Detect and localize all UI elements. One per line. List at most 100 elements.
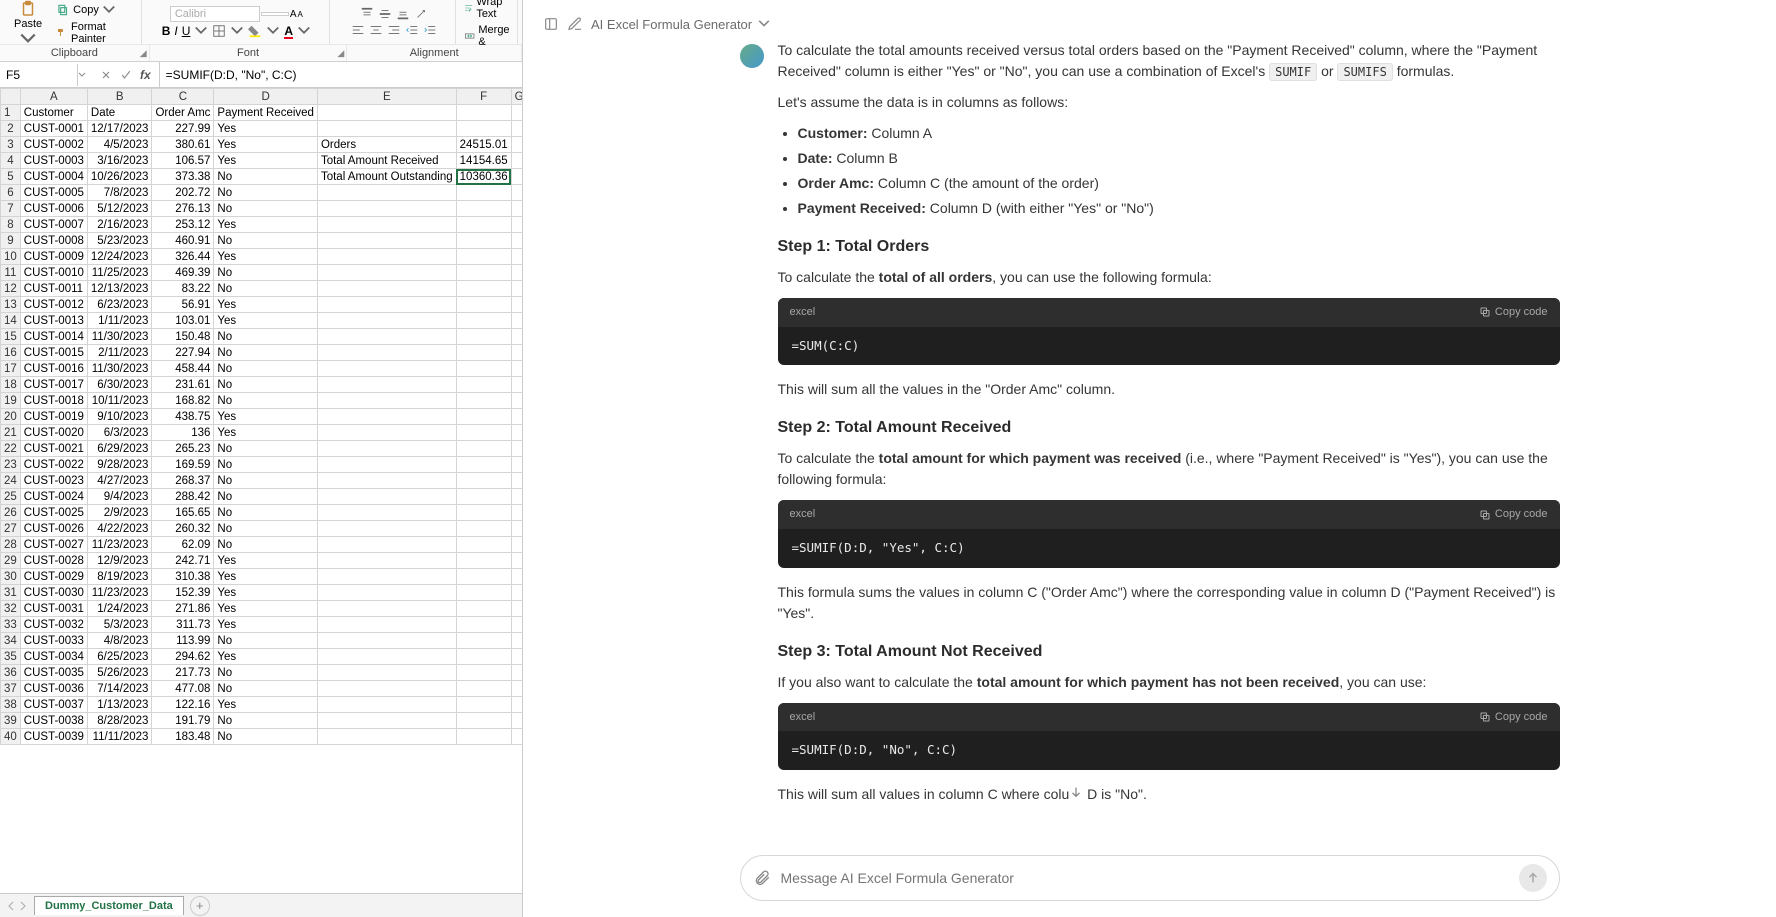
- cell[interactable]: [511, 713, 522, 729]
- cell[interactable]: No: [214, 345, 318, 361]
- dialog-launcher-icon[interactable]: ◢: [140, 48, 147, 59]
- col-header-A[interactable]: A: [20, 89, 87, 105]
- font-color-icon[interactable]: A: [284, 24, 293, 38]
- cell[interactable]: No: [214, 729, 318, 745]
- cell[interactable]: 6/3/2023: [87, 425, 152, 441]
- cell[interactable]: 380.61: [152, 137, 214, 153]
- cell[interactable]: CUST-0020: [20, 425, 87, 441]
- cell[interactable]: CUST-0014: [20, 329, 87, 345]
- cell[interactable]: [511, 409, 522, 425]
- cell[interactable]: 2/9/2023: [87, 505, 152, 521]
- cell[interactable]: [511, 585, 522, 601]
- cell[interactable]: [511, 169, 522, 185]
- row-header[interactable]: 33: [1, 617, 21, 633]
- cell[interactable]: CUST-0035: [20, 665, 87, 681]
- row-header[interactable]: 29: [1, 553, 21, 569]
- cell[interactable]: [317, 345, 456, 361]
- cell[interactable]: No: [214, 473, 318, 489]
- cell[interactable]: 9/4/2023: [87, 489, 152, 505]
- cell[interactable]: CUST-0013: [20, 313, 87, 329]
- cell[interactable]: 4/22/2023: [87, 521, 152, 537]
- cell[interactable]: CUST-0026: [20, 521, 87, 537]
- row-header[interactable]: 26: [1, 505, 21, 521]
- cell[interactable]: No: [214, 169, 318, 185]
- cell[interactable]: 152.39: [152, 585, 214, 601]
- cell[interactable]: [511, 345, 522, 361]
- cell[interactable]: [317, 281, 456, 297]
- chat-text-input[interactable]: [781, 870, 1509, 886]
- cell[interactable]: Order Amc: [152, 105, 214, 121]
- row-header[interactable]: 23: [1, 457, 21, 473]
- fx-icon[interactable]: fx: [140, 68, 151, 82]
- row-header[interactable]: 8: [1, 217, 21, 233]
- cell[interactable]: Orders: [317, 137, 456, 153]
- col-header-D[interactable]: D: [214, 89, 318, 105]
- tab-prev-icon[interactable]: [6, 901, 16, 911]
- cell[interactable]: 1/24/2023: [87, 601, 152, 617]
- cell[interactable]: 242.71: [152, 553, 214, 569]
- cell[interactable]: [511, 697, 522, 713]
- cell[interactable]: No: [214, 393, 318, 409]
- chevron-down-icon[interactable]: [230, 24, 244, 38]
- cell[interactable]: [511, 281, 522, 297]
- corner-cell[interactable]: [1, 89, 21, 105]
- cell[interactable]: [511, 329, 522, 345]
- cell[interactable]: [511, 249, 522, 265]
- code-content[interactable]: =SUMIF(D:D, "No", C:C): [778, 731, 1560, 770]
- cell[interactable]: [456, 185, 511, 201]
- cell[interactable]: CUST-0003: [20, 153, 87, 169]
- row-header[interactable]: 30: [1, 569, 21, 585]
- row-header[interactable]: 4: [1, 153, 21, 169]
- cell[interactable]: [456, 649, 511, 665]
- col-header-G[interactable]: G: [511, 89, 522, 105]
- underline-button[interactable]: U: [182, 24, 191, 38]
- cell[interactable]: [456, 521, 511, 537]
- cell[interactable]: Total Amount Outstanding: [317, 169, 456, 185]
- cell[interactable]: [511, 617, 522, 633]
- align-top-icon[interactable]: [360, 7, 374, 21]
- cell[interactable]: [511, 473, 522, 489]
- cell[interactable]: 294.62: [152, 649, 214, 665]
- row-header[interactable]: 9: [1, 233, 21, 249]
- cell[interactable]: CUST-0015: [20, 345, 87, 361]
- cell[interactable]: [456, 425, 511, 441]
- cell[interactable]: CUST-0006: [20, 201, 87, 217]
- cell[interactable]: 227.94: [152, 345, 214, 361]
- dialog-launcher-icon[interactable]: ◢: [337, 48, 344, 59]
- cell[interactable]: 6/23/2023: [87, 297, 152, 313]
- cell[interactable]: 458.44: [152, 361, 214, 377]
- cell[interactable]: No: [214, 185, 318, 201]
- cell[interactable]: 6/30/2023: [87, 377, 152, 393]
- cell[interactable]: 10/11/2023: [87, 393, 152, 409]
- cell[interactable]: [456, 505, 511, 521]
- cell[interactable]: CUST-0018: [20, 393, 87, 409]
- cell[interactable]: CUST-0023: [20, 473, 87, 489]
- cell[interactable]: 4/27/2023: [87, 473, 152, 489]
- cell[interactable]: 4/5/2023: [87, 137, 152, 153]
- cell[interactable]: CUST-0011: [20, 281, 87, 297]
- col-header-B[interactable]: B: [87, 89, 152, 105]
- cell[interactable]: Yes: [214, 585, 318, 601]
- cell[interactable]: 10360.36: [456, 169, 511, 185]
- cell[interactable]: No: [214, 361, 318, 377]
- tab-next-icon[interactable]: [18, 901, 28, 911]
- bold-button[interactable]: B: [162, 24, 171, 38]
- row-header[interactable]: 34: [1, 633, 21, 649]
- cell[interactable]: [456, 665, 511, 681]
- chat-scroll[interactable]: To calculate the total amounts received …: [523, 40, 1776, 845]
- cell[interactable]: [511, 105, 522, 121]
- cell[interactable]: CUST-0029: [20, 569, 87, 585]
- cell[interactable]: CUST-0034: [20, 649, 87, 665]
- cell[interactable]: 260.32: [152, 521, 214, 537]
- cell[interactable]: 12/9/2023: [87, 553, 152, 569]
- align-right-icon[interactable]: [387, 23, 401, 37]
- cell[interactable]: [456, 457, 511, 473]
- send-button[interactable]: [1519, 864, 1547, 892]
- align-center-icon[interactable]: [369, 23, 383, 37]
- row-header[interactable]: 37: [1, 681, 21, 697]
- row-header[interactable]: 35: [1, 649, 21, 665]
- cell[interactable]: [511, 649, 522, 665]
- cell[interactable]: 1/11/2023: [87, 313, 152, 329]
- cell[interactable]: [317, 713, 456, 729]
- cell[interactable]: Total Amount Received: [317, 153, 456, 169]
